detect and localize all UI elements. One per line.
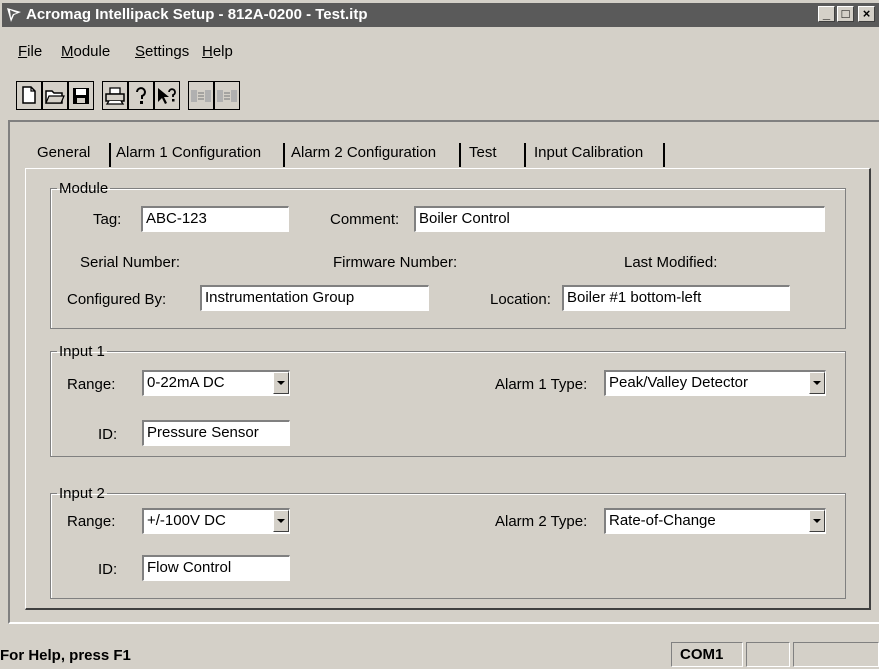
status-port: COM1 <box>671 642 743 667</box>
maximize-icon: □ <box>841 6 850 21</box>
new-button[interactable] <box>16 81 42 110</box>
menu-file-mnemonic: F <box>18 43 28 60</box>
print-icon <box>105 87 125 105</box>
minimize-icon: _ <box>822 6 831 21</box>
download-icon <box>191 90 211 102</box>
input-2-id-label: ID: <box>98 561 118 578</box>
menu-settings-label: ettings <box>145 43 190 60</box>
close-button[interactable]: × <box>858 6 875 22</box>
comment-label: Comment: <box>330 211 400 228</box>
configured-by-input[interactable]: Instrumentation Group <box>200 285 429 311</box>
status-pane <box>746 642 790 667</box>
help-button[interactable] <box>128 81 154 110</box>
tag-label: Tag: <box>93 211 122 228</box>
open-folder-icon <box>45 90 65 104</box>
status-port-label: COM1 <box>680 646 724 663</box>
tag-input[interactable]: ABC-123 <box>141 206 289 232</box>
upload-button[interactable] <box>214 81 240 110</box>
upload-icon <box>217 90 237 102</box>
status-help-text: For Help, press F1 <box>0 647 131 664</box>
menu-file-label: ile <box>27 43 43 60</box>
input-2-range-label: Range: <box>67 513 116 530</box>
help-icon <box>136 87 146 104</box>
tab-test[interactable]: Test <box>465 140 501 166</box>
input-1-id-label: ID: <box>98 426 118 443</box>
tab-divider <box>109 143 111 167</box>
input-1-range-select[interactable]: 0-22mA DC <box>142 370 290 396</box>
firmware-number-label: Firmware Number: <box>333 254 458 271</box>
tab-divider <box>459 143 461 167</box>
location-input[interactable]: Boiler #1 bottom-left <box>562 285 790 311</box>
chevron-down-icon[interactable] <box>809 510 825 532</box>
window-title: Acromag Intellipack Setup - 812A-0200 - … <box>26 6 368 23</box>
download-button[interactable] <box>188 81 214 110</box>
chevron-down-icon[interactable] <box>273 510 289 532</box>
comment-input[interactable]: Boiler Control <box>414 206 825 232</box>
input-1-id-input[interactable]: Pressure Sensor <box>142 420 290 446</box>
tab-divider <box>663 143 665 167</box>
new-file-icon <box>22 86 36 104</box>
save-button[interactable] <box>68 81 94 110</box>
input-2-range-select[interactable]: +/-100V DC <box>142 508 290 534</box>
save-disk-icon <box>73 88 89 104</box>
menu-help-label: elp <box>212 43 233 60</box>
menu-module-label: odule <box>73 43 111 60</box>
alarm-1-type-label: Alarm 1 Type: <box>495 376 588 393</box>
input-1-group-legend: Input 1 <box>59 343 105 360</box>
tab-input-calibration[interactable]: Input Calibration <box>530 140 647 166</box>
context-help-button[interactable] <box>154 81 180 110</box>
input-1-range-label: Range: <box>67 376 116 393</box>
open-button[interactable] <box>42 81 68 110</box>
tab-alarm-1-configuration[interactable]: Alarm 1 Configuration <box>112 140 265 166</box>
tab-divider <box>524 143 526 167</box>
input-2-group-legend: Input 2 <box>59 485 105 502</box>
tab-divider <box>283 143 285 167</box>
menu-help-mnemonic: H <box>202 43 213 60</box>
input-2-group: Input 2 <box>50 485 846 599</box>
menu-settings[interactable]: Settings <box>135 43 189 60</box>
status-bar: For Help, press F1 COM1 <box>0 640 879 669</box>
last-modified-label: Last Modified: <box>624 254 718 271</box>
application-window: Acromag Intellipack Setup - 812A-0200 - … <box>0 0 879 669</box>
menu-settings-mnemonic: S <box>135 43 146 60</box>
toolbar <box>16 81 356 113</box>
input-2-id-input[interactable]: Flow Control <box>142 555 290 581</box>
print-button[interactable] <box>102 81 128 110</box>
configured-by-label: Configured By: <box>67 291 167 308</box>
status-pane <box>793 642 879 667</box>
tab-general[interactable]: General <box>33 140 94 166</box>
maximize-button[interactable]: □ <box>837 6 854 22</box>
alarm-2-type-value: Rate-of-Change <box>609 512 716 529</box>
serial-number-label: Serial Number: <box>80 254 181 271</box>
module-group-legend: Module <box>59 180 109 197</box>
minimize-button[interactable]: _ <box>818 6 835 22</box>
context-help-icon <box>158 88 176 104</box>
menu-module[interactable]: Module <box>61 43 110 60</box>
menu-module-mnemonic: M <box>61 43 74 60</box>
acromag-app-icon <box>7 8 21 22</box>
menu-file[interactable]: File <box>18 43 42 60</box>
input-2-range-value: +/-100V DC <box>147 512 226 529</box>
alarm-1-type-select[interactable]: Peak/Valley Detector <box>604 370 826 396</box>
close-icon: × <box>862 6 871 21</box>
chevron-down-icon[interactable] <box>809 372 825 394</box>
alarm-2-type-select[interactable]: Rate-of-Change <box>604 508 826 534</box>
menu-help[interactable]: Help <box>202 43 233 60</box>
alarm-2-type-label: Alarm 2 Type: <box>495 513 588 530</box>
location-label: Location: <box>490 291 551 308</box>
title-bar[interactable]: Acromag Intellipack Setup - 812A-0200 - … <box>2 3 879 27</box>
menu-bar: File Module Settings Help <box>0 43 879 65</box>
input-1-range-value: 0-22mA DC <box>147 374 225 391</box>
tab-alarm-2-configuration[interactable]: Alarm 2 Configuration <box>287 140 440 166</box>
alarm-1-type-value: Peak/Valley Detector <box>609 374 748 391</box>
chevron-down-icon[interactable] <box>273 372 289 394</box>
